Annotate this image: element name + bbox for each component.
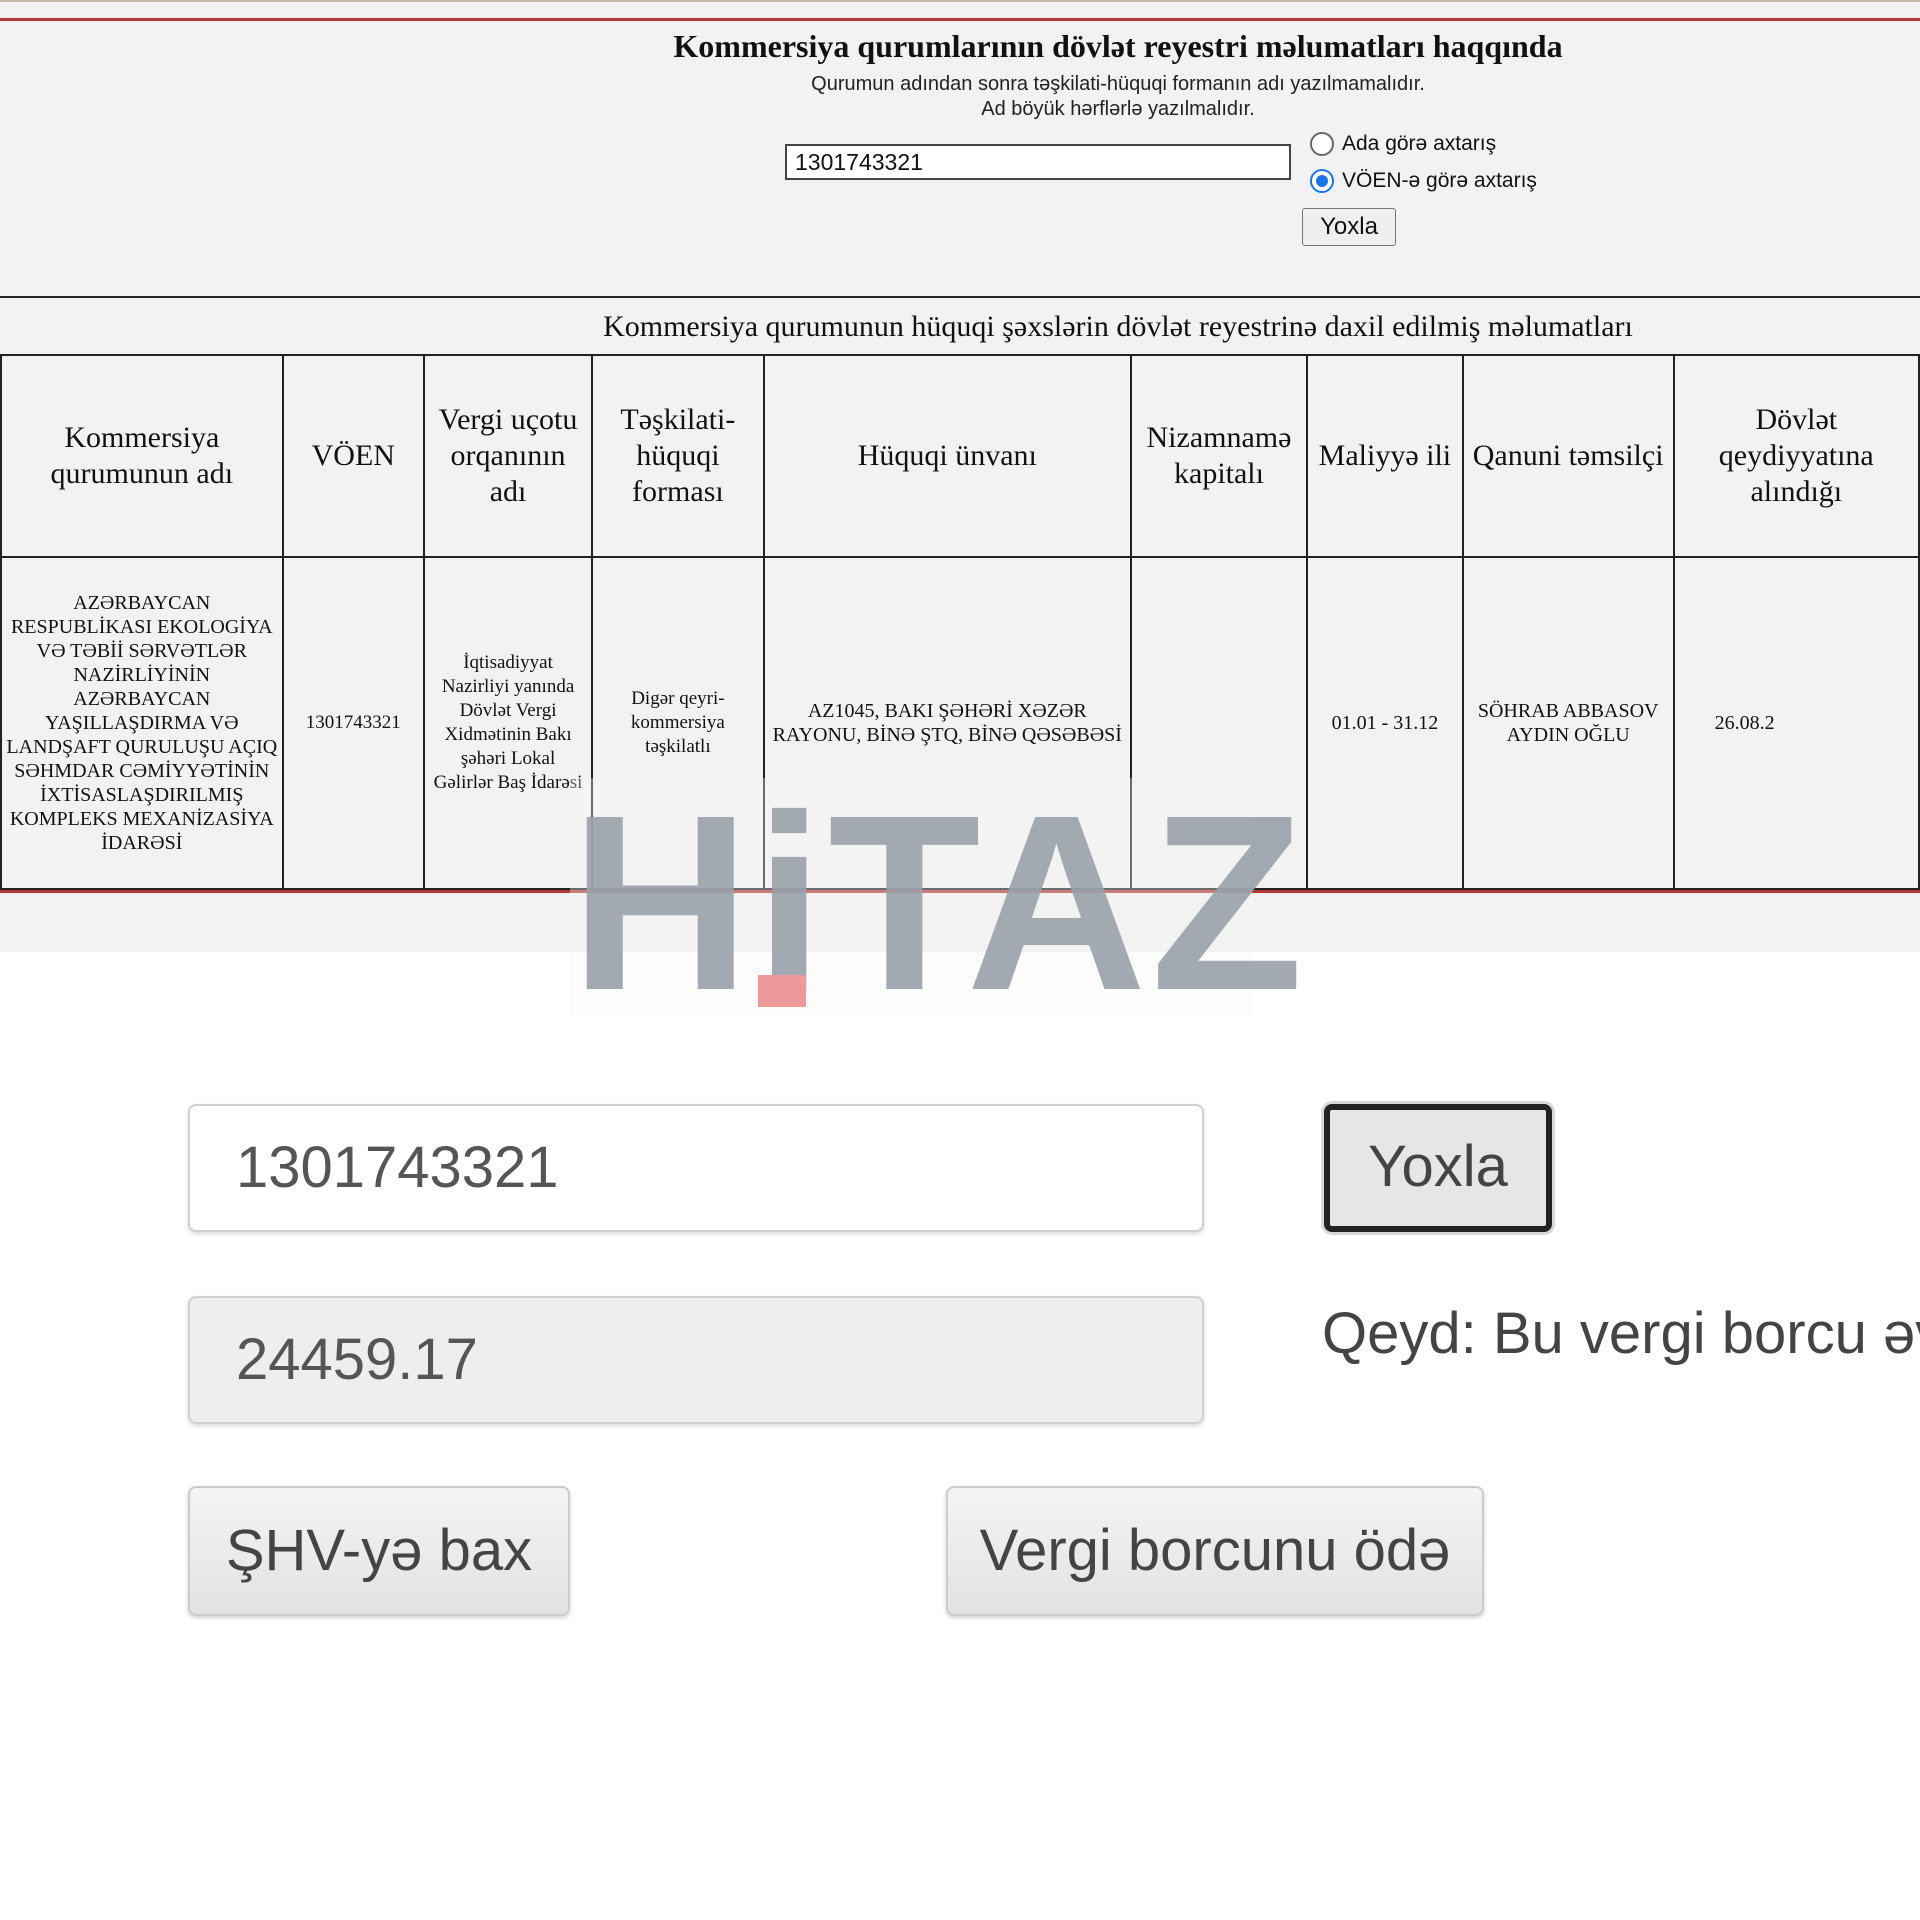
column-header-representative: Qanuni təmsilçi	[1461, 354, 1675, 558]
section-divider	[0, 296, 1920, 298]
radio-search-by-name[interactable]: Ada görə axtarış	[1310, 132, 1496, 156]
radio-button-selected[interactable]	[1310, 169, 1334, 193]
column-header-capital: Nizamnamə kapitalı	[1129, 354, 1309, 558]
radio-label: Ada görə axtarış	[1342, 132, 1497, 155]
instruction-note-1: Qurumun adından sonra təşkilati-hüquqi f…	[811, 73, 1425, 95]
top-divider	[0, 0, 1920, 2]
cell-tax-office: İqtisadiyyat Nazirliyi yanında Dövlət Ve…	[422, 556, 594, 890]
radio-label: VÖEN-ə görə axtarış	[1342, 169, 1537, 192]
column-header-tax-office: Vergi uçotu orqanının adı	[422, 354, 594, 558]
header-accent-line	[0, 18, 1920, 21]
debt-note: Qeyd: Bu vergi borcu əvv	[1322, 1301, 1920, 1366]
cell-voen: 1301743321	[281, 556, 425, 890]
cell-name: AZƏRBAYCAN RESPUBLİKASI EKOLOGİYA Və TƏB…	[0, 556, 284, 890]
cell-registration-date: 26.08.2	[1672, 556, 1920, 890]
debt-check-button[interactable]: Yoxla	[1324, 1104, 1552, 1232]
registry-check-button[interactable]: Yoxla	[1302, 208, 1396, 246]
column-header-name: Kommersiya qurumunun adı	[0, 354, 284, 558]
radio-search-by-voen[interactable]: VÖEN-ə görə axtarış	[1310, 169, 1537, 193]
cell-representative: SÖHRAB ABBASOV AYDIN OĞLU	[1461, 556, 1675, 890]
watermark-logo: HiTAZ	[570, 763, 1308, 1042]
cell-fiscal-year: 01.01 - 31.12	[1306, 556, 1464, 890]
pay-tax-debt-button[interactable]: Vergi borcunu ödə	[946, 1486, 1484, 1616]
column-header-fiscal-year: Maliyyə ili	[1306, 354, 1464, 558]
radio-button[interactable]	[1310, 132, 1334, 156]
instruction-note-2: Ad böyük hərflərlə yazılmalıdır.	[981, 98, 1255, 120]
column-header-legal-form: Təşkilati-hüquqi forması	[591, 354, 765, 558]
column-header-registration-date: Dövlət qeydiyyatına alındığı	[1672, 354, 1920, 558]
page-title: Kommersiya qurumlarının dövlət reyestri …	[673, 28, 1563, 64]
registry-search-input[interactable]: 1301743321	[785, 144, 1291, 180]
column-header-voen: VÖEN	[281, 354, 425, 558]
view-shv-button[interactable]: ŞHV-yə bax	[188, 1486, 570, 1616]
debt-amount-field: 24459.17	[188, 1296, 1204, 1424]
section-title: Kommersiya qurumunun hüquqi şəxslərin dö…	[603, 310, 1633, 343]
table-header-row: Kommersiya qurumunun adı VÖEN Vergi uçot…	[0, 354, 1920, 558]
voen-input[interactable]: 1301743321	[188, 1104, 1204, 1232]
column-header-address: Hüquqi ünvanı	[762, 354, 1132, 558]
watermark-accent-mark	[758, 975, 806, 1007]
